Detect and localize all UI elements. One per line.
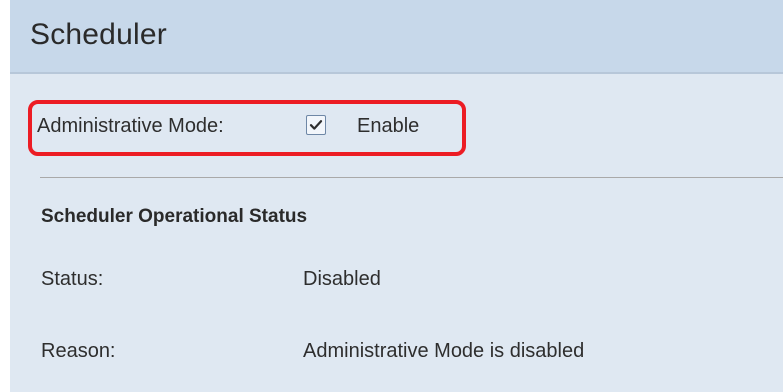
reason-value: Administrative Mode is disabled — [303, 340, 585, 362]
title-bar: Scheduler — [10, 0, 783, 74]
admin-mode-enable-checkbox[interactable] — [306, 115, 326, 135]
status-label: Status: — [41, 268, 104, 290]
section-divider — [40, 177, 783, 178]
operational-status-heading: Scheduler Operational Status — [41, 206, 308, 227]
scheduler-panel: Scheduler Administrative Mode: Enable Sc… — [10, 0, 783, 392]
check-icon — [309, 120, 323, 130]
admin-mode-label: Administrative Mode: — [37, 115, 224, 137]
admin-mode-enable-label[interactable]: Enable — [357, 115, 419, 138]
status-value: Disabled — [303, 268, 381, 290]
left-margin — [0, 0, 10, 392]
page: Scheduler Administrative Mode: Enable Sc… — [0, 0, 783, 392]
page-title: Scheduler — [30, 18, 167, 51]
reason-label: Reason: — [41, 340, 116, 362]
